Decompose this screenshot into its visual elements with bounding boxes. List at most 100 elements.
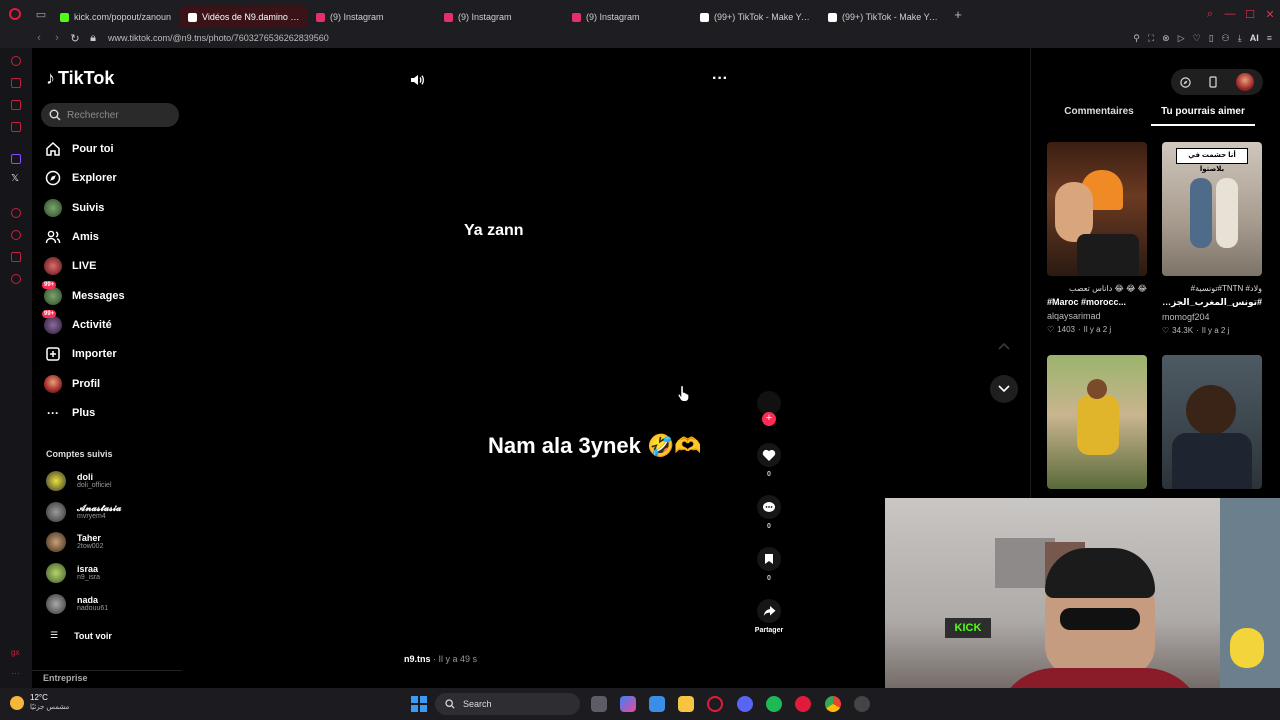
nav-item-more[interactable]: ··· Plus: [44, 401, 95, 425]
previous-post-button[interactable]: [990, 332, 1018, 360]
file-explorer-icon[interactable]: [678, 696, 694, 712]
taskbar-search[interactable]: Search: [435, 693, 580, 715]
tab-comments[interactable]: Commentaires: [1047, 106, 1151, 126]
video-thumbnail[interactable]: [1047, 355, 1147, 489]
gx-icon[interactable]: gx: [11, 648, 21, 658]
block-icon[interactable]: ⊗: [1162, 33, 1170, 44]
tab-you-might-like[interactable]: Tu pourrais aimer: [1151, 106, 1255, 126]
messenger-icon[interactable]: [11, 100, 21, 110]
pinboard-icon[interactable]: [11, 252, 21, 262]
new-tab-button[interactable]: +: [948, 4, 968, 24]
side-more-icon[interactable]: ···: [11, 668, 21, 678]
x-icon[interactable]: 𝕏: [11, 173, 21, 186]
recommended-video-card[interactable]: 😂 😂 😂 داناس تعصب #Maroc #morocc... alqay…: [1047, 142, 1147, 334]
browser-tab[interactable]: (9) Instagram: [308, 6, 436, 28]
profile-icon[interactable]: ⚇: [1222, 33, 1230, 44]
browser-tab[interactable]: (9) Instagram: [436, 6, 564, 28]
snapshot-icon[interactable]: ⛶: [1148, 33, 1154, 44]
followed-account[interactable]: nada nadouu61: [46, 591, 108, 617]
video-thumbnail[interactable]: [1047, 142, 1147, 276]
download-icon[interactable]: ⤓: [1238, 33, 1242, 44]
menu-icon[interactable]: ≡: [1267, 33, 1272, 43]
browser-tab[interactable]: (99+) TikTok - Make Your D: [692, 6, 820, 28]
recommended-video-card[interactable]: أنا حشمت في بلاصتوا ولاد# TNTN#تونسية# #…: [1162, 142, 1262, 335]
sidebar-toggle-icon[interactable]: ▯: [1209, 33, 1214, 44]
opera-icon[interactable]: [795, 696, 811, 712]
like-button[interactable]: 0: [753, 443, 785, 478]
instagram-icon[interactable]: [11, 122, 21, 132]
browser-tab[interactable]: Vidéos de N9.damino (@n: [180, 6, 308, 28]
video-thumbnail[interactable]: [1162, 355, 1262, 489]
opera-logo-icon[interactable]: [0, 0, 30, 28]
video-thumbnail[interactable]: أنا حشمت في بلاصتوا: [1162, 142, 1262, 276]
save-button[interactable]: 0: [753, 547, 785, 582]
see-all-link[interactable]: ☰ Tout voir: [50, 630, 112, 641]
history-icon[interactable]: [11, 230, 21, 240]
maximize-button[interactable]: ☐: [1240, 8, 1260, 21]
minimize-button[interactable]: —: [1220, 8, 1240, 20]
ai-button[interactable]: AI: [1250, 33, 1259, 43]
wallet-icon[interactable]: [11, 78, 21, 88]
obs-icon[interactable]: [854, 696, 870, 712]
opera-gx-taskbar-icon[interactable]: [707, 696, 723, 712]
search-box[interactable]: [41, 103, 179, 127]
task-view-icon[interactable]: [591, 696, 607, 712]
play-icon[interactable]: ▷: [1178, 33, 1185, 44]
video-author[interactable]: alqaysarimad: [1047, 311, 1147, 321]
recommended-video-card[interactable]: [1047, 355, 1147, 489]
nav-item-profile[interactable]: Profil: [44, 372, 100, 396]
spotify-icon[interactable]: [766, 696, 782, 712]
heart-icon[interactable]: ♡: [1193, 33, 1201, 44]
browser-tab[interactable]: (99+) TikTok - Make Your D: [820, 6, 948, 28]
author-username[interactable]: n9.tns: [404, 654, 431, 664]
copilot-icon[interactable]: [620, 696, 636, 712]
nav-item-home[interactable]: Pour toi: [44, 137, 114, 161]
more-options-icon[interactable]: ···: [712, 70, 728, 88]
account-text: israa n9_isra: [77, 564, 100, 582]
comment-button[interactable]: 0: [753, 495, 785, 530]
nav-item-activity[interactable]: 99+ Activité: [42, 310, 112, 337]
video-author[interactable]: momogf204: [1162, 312, 1262, 322]
player-icon[interactable]: [11, 208, 21, 218]
opera-ai-icon[interactable]: [11, 56, 21, 66]
nav-item-avatar[interactable]: Suivis: [44, 196, 104, 220]
nav-item-compass[interactable]: Explorer: [44, 166, 117, 190]
twitch-icon[interactable]: [11, 154, 21, 164]
search-tabs-icon[interactable]: ⌕: [1200, 8, 1220, 21]
followed-account[interactable]: israa n9_isra: [46, 560, 100, 586]
recommended-video-card[interactable]: [1162, 355, 1262, 489]
tiktok-logo[interactable]: ♪ TikTok: [46, 68, 114, 89]
store-icon[interactable]: [649, 696, 665, 712]
bookmark-icon[interactable]: ⚲: [1133, 33, 1140, 44]
discord-icon[interactable]: [737, 696, 753, 712]
share-button[interactable]: Partager: [753, 599, 785, 634]
reload-button[interactable]: ↻: [66, 32, 84, 45]
settings-icon[interactable]: [11, 274, 21, 284]
follow-plus-icon[interactable]: +: [762, 412, 776, 426]
compass-icon[interactable]: [1180, 76, 1191, 88]
chrome-icon[interactable]: [825, 696, 841, 712]
url-field[interactable]: www.tiktok.com/@n9.tns/photo/76032765362…: [108, 33, 329, 43]
device-icon[interactable]: [1209, 76, 1218, 88]
author-avatar-button[interactable]: +: [753, 391, 785, 426]
tab-menu-icon[interactable]: ▭: [30, 0, 52, 28]
browser-tab[interactable]: kick.com/popout/zanoun: [52, 6, 180, 28]
followed-account[interactable]: Taher 2tow002: [46, 529, 103, 555]
followed-account[interactable]: doli doli_officiel: [46, 468, 112, 494]
search-input[interactable]: [67, 109, 172, 121]
user-avatar[interactable]: [1235, 73, 1254, 91]
followed-account[interactable]: 𝓐𝓷𝓪𝓼𝓽𝓪𝓼𝓲𝓪 mvryem4: [46, 499, 121, 525]
forward-button[interactable]: ›: [48, 32, 66, 44]
nav-item-live[interactable]: LIVE: [44, 254, 96, 278]
nav-item-messages[interactable]: 99+ Messages: [42, 281, 125, 308]
next-post-button[interactable]: [990, 375, 1018, 403]
nav-item-friends[interactable]: Amis: [44, 225, 99, 249]
browser-tab[interactable]: (9) Instagram: [564, 6, 692, 28]
back-button[interactable]: ‹: [30, 32, 48, 44]
close-window-button[interactable]: ✕: [1260, 8, 1280, 21]
nav-item-upload[interactable]: Importer: [44, 342, 117, 366]
weather-widget[interactable]: 12°C مشمس جزئيًا: [10, 693, 69, 712]
windows-start-button[interactable]: [411, 696, 427, 712]
volume-button[interactable]: [409, 72, 425, 93]
footer-entreprise-link[interactable]: Entreprise: [43, 673, 88, 683]
